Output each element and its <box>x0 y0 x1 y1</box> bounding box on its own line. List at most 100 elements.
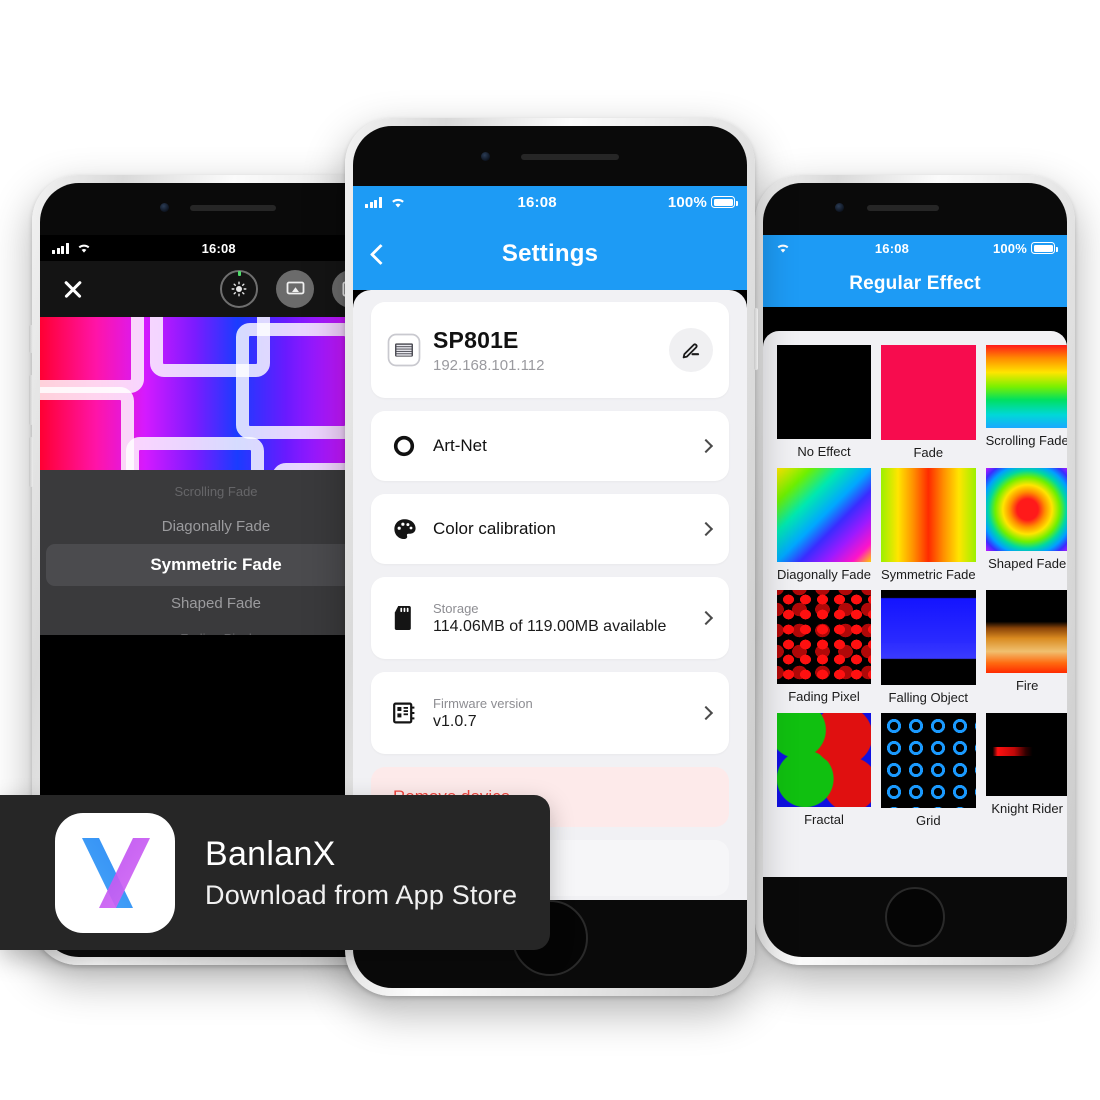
home-button[interactable] <box>885 887 945 947</box>
device-card[interactable]: SP801E 192.168.101.112 <box>371 302 729 398</box>
page-title: Regular Effect <box>849 273 981 294</box>
settings-row-color-calibration[interactable]: Color calibration <box>371 494 729 564</box>
effect-label: Grid <box>915 812 941 828</box>
center-status-bar: 16:08 100% <box>353 186 747 218</box>
app-name: BanlanX <box>205 834 336 873</box>
effect-label: Shaped Fade <box>988 555 1067 571</box>
falling-object-thumb <box>880 590 976 685</box>
effect-cell-fire[interactable]: Fire <box>985 590 1067 705</box>
effect-picker-wheel[interactable]: Scrolling Fade Diagonally Fade Symmetric… <box>40 470 392 635</box>
row-text: Firmware version v1.0.7 <box>421 696 701 731</box>
app-store-badge[interactable]: BanlanX Download from App Store <box>0 795 550 950</box>
symmetric-fade-thumb <box>880 467 976 563</box>
scrolling-fade-thumb <box>985 345 1067 429</box>
row-text: Art-Net <box>421 436 701 456</box>
picker-option-4[interactable]: Fading Pixel <box>40 621 392 635</box>
close-icon[interactable] <box>62 278 84 300</box>
effect-cell-falling-object[interactable]: Falling Object <box>880 590 976 705</box>
cellular-signal-icon <box>52 242 69 254</box>
color-palette-icon <box>387 517 421 542</box>
effect-cell-fading-pixel[interactable]: Fading Pixel <box>777 590 871 705</box>
fade-thumb <box>880 345 976 440</box>
effect-grid: No Effect Fade Scrolling Fade Diagonally… <box>763 339 1067 834</box>
airplay-cast-icon[interactable] <box>276 270 314 308</box>
status-left-group <box>365 196 407 209</box>
left-status-bar: 16:08 100% <box>40 235 392 261</box>
effect-label: Diagonally Fade <box>777 566 871 582</box>
settings-row-firmware[interactable]: Firmware version v1.0.7 <box>371 672 729 754</box>
picker-option-2-selected[interactable]: Symmetric Fade <box>46 544 386 586</box>
effect-cell-knight-rider[interactable]: Knight Rider <box>985 712 1067 828</box>
row-title: Firmware version <box>433 695 533 711</box>
front-camera <box>160 203 169 212</box>
battery-icon <box>1031 242 1058 254</box>
battery-percent: 100% <box>992 240 1027 256</box>
effect-label: Fading Pixel <box>788 689 860 705</box>
chevron-right-icon <box>698 705 714 721</box>
right-phone-screen: 16:08 100% Regular Effect No Effect Fade… <box>763 235 1067 877</box>
artnet-ring-icon <box>387 434 421 458</box>
pencil-edit-icon[interactable] <box>669 328 713 372</box>
settings-row-storage[interactable]: Storage 114.06MB of 119.00MB available <box>371 577 729 659</box>
battery-icon <box>711 196 738 208</box>
volume-up-button <box>29 375 33 425</box>
row-text: Storage 114.06MB of 119.00MB available <box>421 601 701 636</box>
wifi-icon <box>78 244 89 253</box>
status-time: 16:08 <box>874 240 910 256</box>
right-nav-bar: Regular Effect <box>763 261 1067 307</box>
effect-label: Falling Object <box>888 689 969 705</box>
cellular-signal-icon <box>365 196 382 208</box>
promo-composition: 16:08 100% <box>0 0 1100 1100</box>
badge-cta: Download from App Store <box>205 879 518 910</box>
badge-text: BanlanX Download from App Store <box>205 835 517 911</box>
effect-label: Fade <box>913 444 944 460</box>
effect-grid-container: No Effect Fade Scrolling Fade Diagonally… <box>763 331 1067 877</box>
effect-cell-fade[interactable]: Fade <box>880 345 976 460</box>
back-chevron-icon[interactable] <box>369 243 392 265</box>
row-value: v1.0.7 <box>433 712 477 730</box>
effect-cell-symmetric-fade[interactable]: Symmetric Fade <box>880 467 976 583</box>
picker-option-3[interactable]: Shaped Fade <box>40 586 392 621</box>
device-info: SP801E 192.168.101.112 <box>421 327 669 374</box>
effect-cell-no-effect[interactable]: No Effect <box>777 345 871 460</box>
settings-row-artnet[interactable]: Art-Net <box>371 411 729 481</box>
left-phone-screen: 16:08 100% <box>40 235 392 877</box>
row-title: Storage <box>433 600 479 616</box>
grid-thumb <box>880 712 976 808</box>
wifi-icon <box>391 198 404 207</box>
status-right-group: 100% <box>667 193 738 211</box>
center-phone-screen: 16:08 100% Settings SP801E 192.168.101.1… <box>353 186 747 900</box>
row-label: Color calibration <box>433 519 556 538</box>
effect-label: Knight Rider <box>991 801 1063 817</box>
battery-percent: 100% <box>667 193 707 211</box>
picker-option-0[interactable]: Scrolling Fade <box>40 474 392 509</box>
picker-option-1[interactable]: Diagonally Fade <box>40 509 392 544</box>
earpiece-speaker <box>521 154 619 160</box>
effect-label: No Effect <box>797 443 851 459</box>
led-pixel-art-preview: Scrolling Fade Diagonally Fade Symmetric… <box>40 317 392 635</box>
chevron-right-icon <box>698 438 714 454</box>
effect-cell-diagonally-fade[interactable]: Diagonally Fade <box>777 467 871 583</box>
page-title: Settings <box>501 240 599 267</box>
effect-label: Symmetric Fade <box>880 567 976 583</box>
effect-cell-scrolling-fade[interactable]: Scrolling Fade <box>985 345 1067 460</box>
device-name: SP801E <box>433 326 519 353</box>
chevron-right-icon <box>698 610 714 626</box>
shaped-fade-thumb <box>985 467 1067 551</box>
effect-cell-grid[interactable]: Grid <box>880 712 976 828</box>
row-text: Color calibration <box>421 519 701 539</box>
effect-cell-fractal[interactable]: Fractal <box>777 712 871 828</box>
effect-cell-shaped-fade[interactable]: Shaped Fade <box>985 467 1067 583</box>
effect-label: Fire <box>1015 678 1039 694</box>
front-camera <box>835 203 844 212</box>
power-button <box>754 308 758 370</box>
brightness-dial-icon[interactable] <box>220 270 258 308</box>
center-nav-bar: Settings <box>353 218 747 290</box>
right-status-bar: 16:08 100% <box>763 235 1067 261</box>
fading-pixel-thumb <box>777 590 871 685</box>
row-label: Art-Net <box>433 436 487 455</box>
knight-rider-thumb <box>985 712 1067 797</box>
wifi-icon <box>777 244 789 253</box>
no-effect-thumb <box>777 345 871 439</box>
earpiece-speaker <box>190 205 276 211</box>
